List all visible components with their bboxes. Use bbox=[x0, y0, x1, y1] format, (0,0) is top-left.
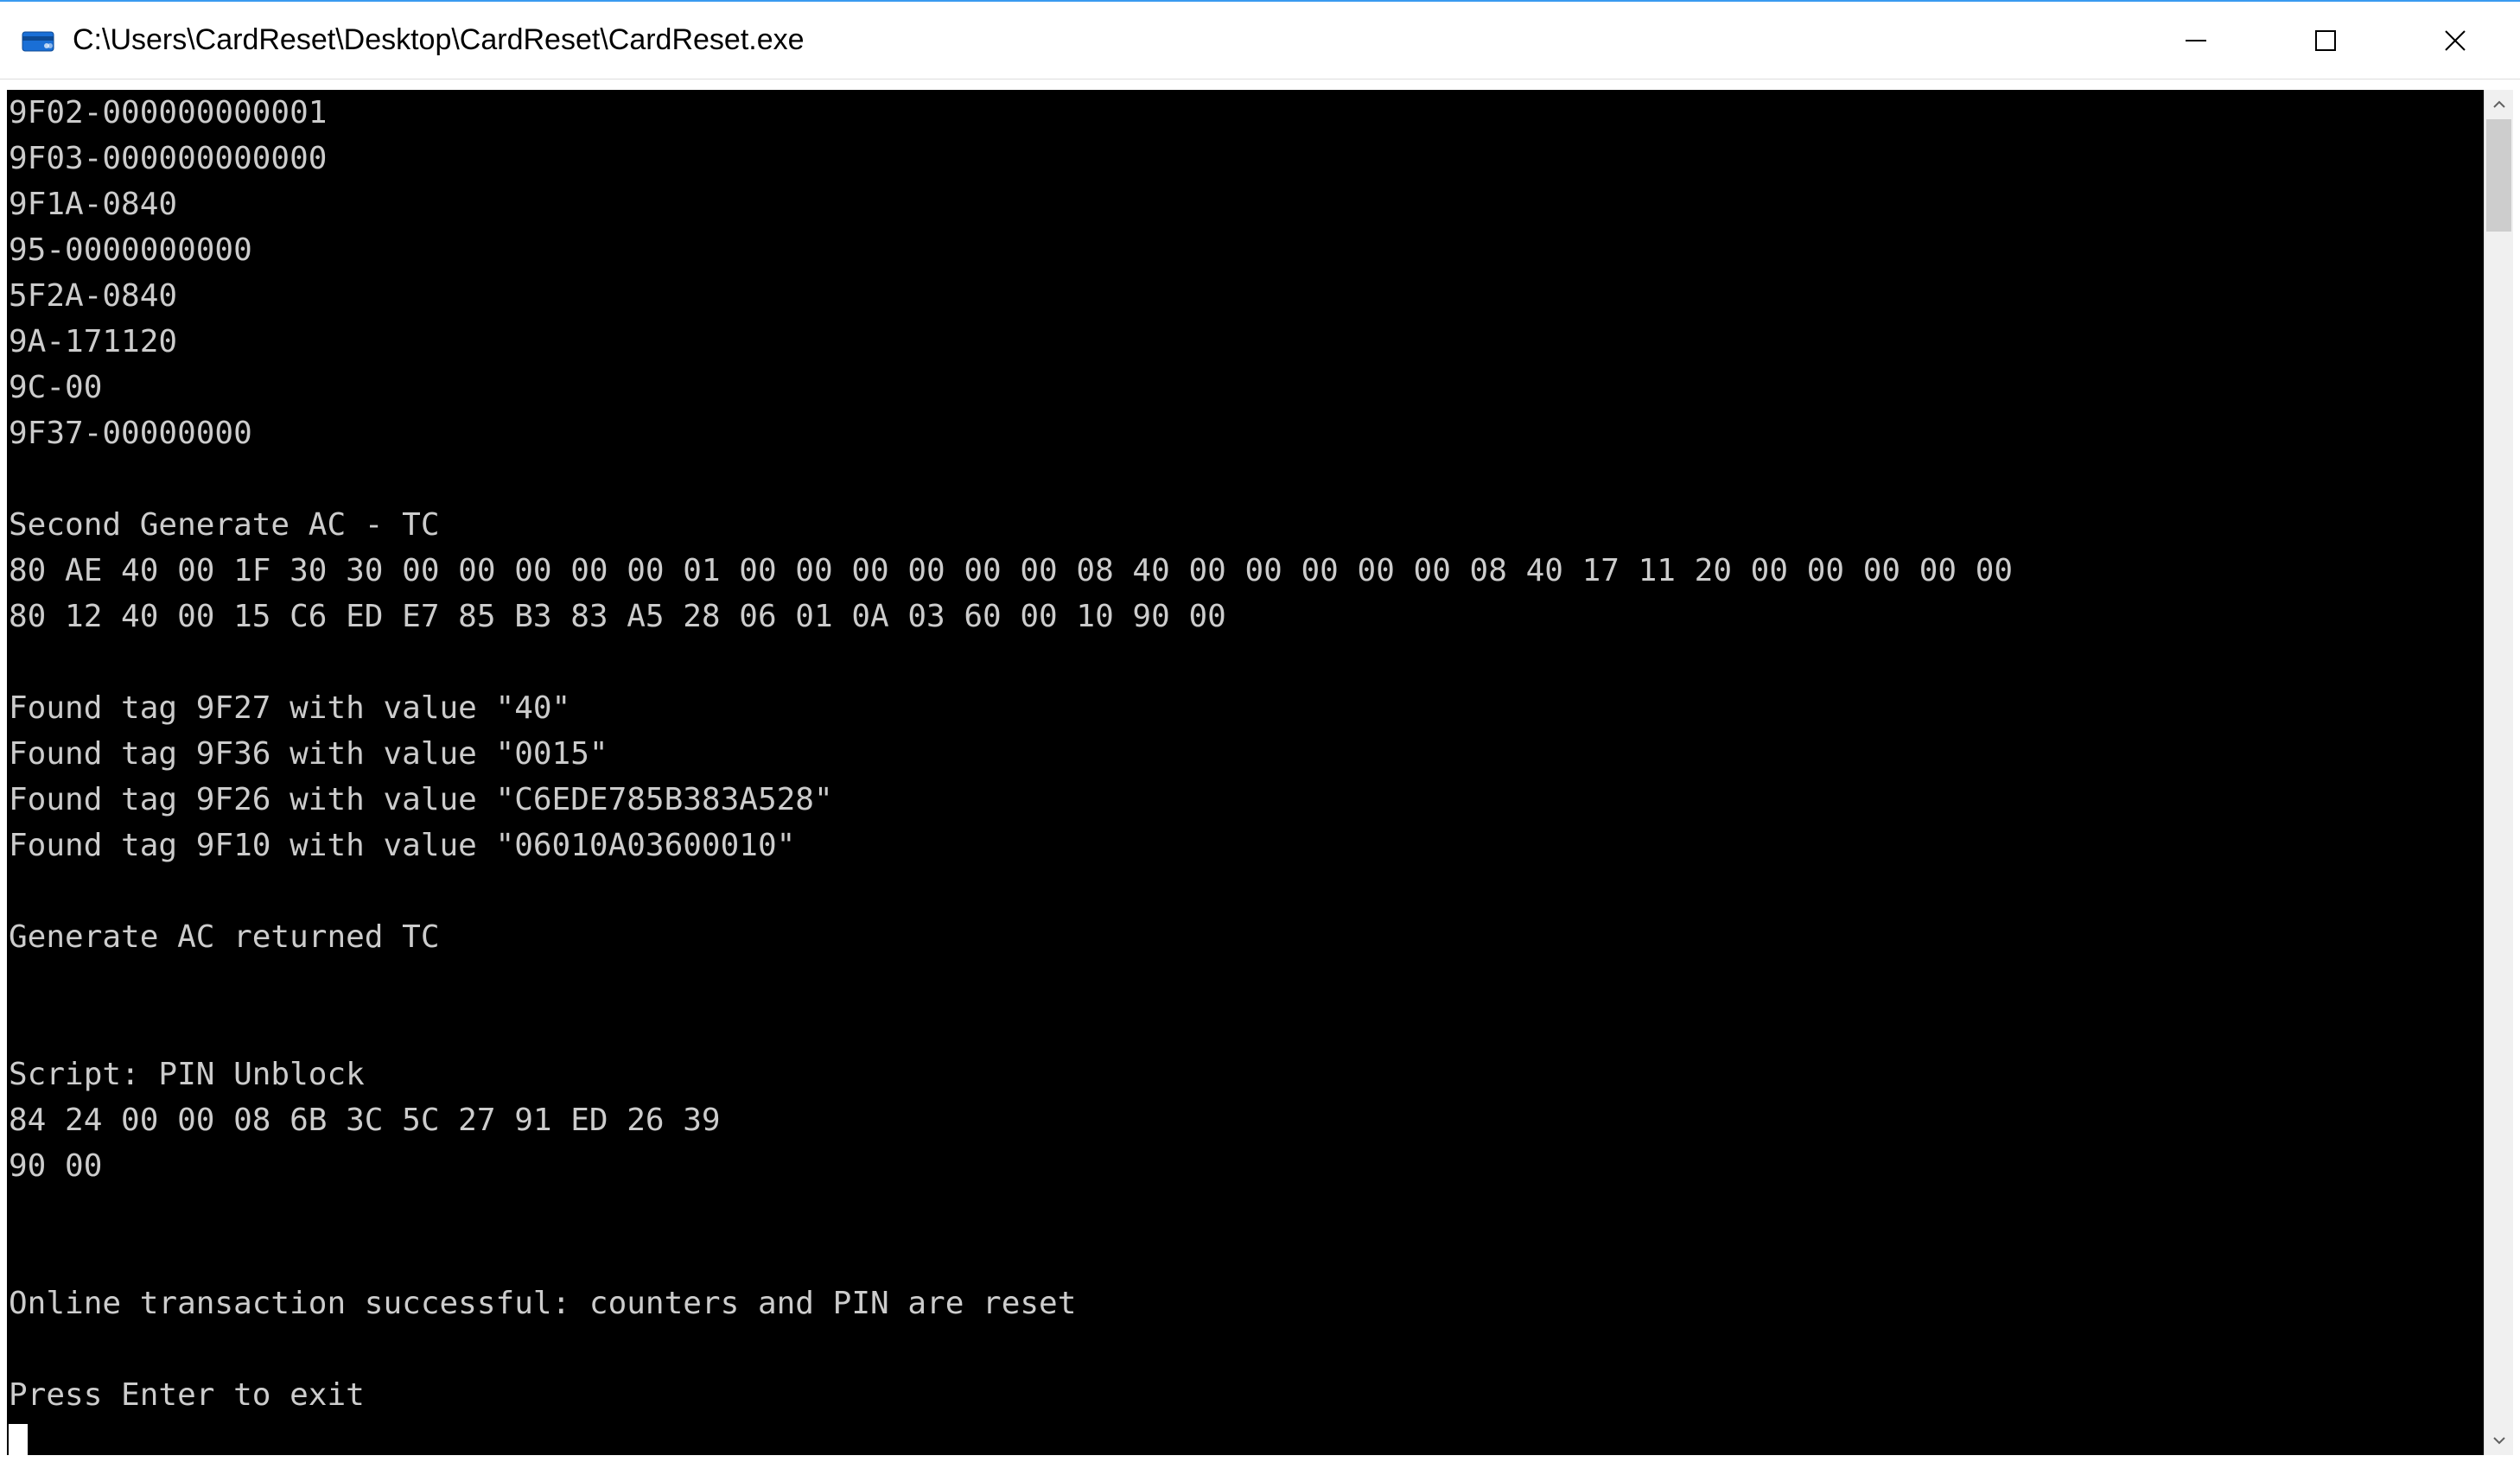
scroll-up-button[interactable] bbox=[2485, 90, 2513, 119]
client-area: 9F02-0000000000019F03-0000000000009F1A-0… bbox=[0, 79, 2520, 1462]
console-line bbox=[9, 1235, 2484, 1281]
app-icon bbox=[21, 23, 55, 58]
console-line bbox=[9, 1326, 2484, 1372]
console-line: Found tag 9F26 with value "C6EDE785B383A… bbox=[9, 777, 2484, 823]
console-line: Second Generate AC - TC bbox=[9, 502, 2484, 548]
console-line bbox=[9, 456, 2484, 502]
minimize-button[interactable] bbox=[2131, 2, 2261, 79]
console-line bbox=[9, 1006, 2484, 1052]
scroll-thumb[interactable] bbox=[2486, 119, 2511, 232]
minimize-icon bbox=[2184, 29, 2208, 53]
console-line: 80 12 40 00 15 C6 ED E7 85 B3 83 A5 28 0… bbox=[9, 594, 2484, 639]
console-line: Press Enter to exit bbox=[9, 1372, 2484, 1418]
close-icon bbox=[2443, 29, 2467, 53]
console-line: 9F03-000000000000 bbox=[9, 136, 2484, 181]
console-line bbox=[9, 1189, 2484, 1235]
console-line: Online transaction successful: counters … bbox=[9, 1281, 2484, 1326]
console-line: 9C-00 bbox=[9, 365, 2484, 410]
console-line: Generate AC returned TC bbox=[9, 914, 2484, 960]
console-line bbox=[9, 639, 2484, 685]
console-cursor-line bbox=[9, 1418, 2484, 1455]
window-title: C:\Users\CardReset\Desktop\CardReset\Car… bbox=[73, 23, 2131, 57]
console-line: 9A-171120 bbox=[9, 319, 2484, 365]
cursor bbox=[9, 1424, 28, 1455]
console-line: Found tag 9F36 with value "0015" bbox=[9, 731, 2484, 777]
close-button[interactable] bbox=[2390, 2, 2520, 79]
window-controls bbox=[2131, 2, 2520, 79]
scroll-track[interactable] bbox=[2485, 119, 2513, 1426]
scroll-down-button[interactable] bbox=[2485, 1426, 2513, 1455]
console-window: C:\Users\CardReset\Desktop\CardReset\Car… bbox=[0, 0, 2520, 1462]
console-line: 90 00 bbox=[9, 1143, 2484, 1189]
console-line: Found tag 9F10 with value "06010A0360001… bbox=[9, 823, 2484, 868]
console-line: 9F37-00000000 bbox=[9, 410, 2484, 456]
titlebar[interactable]: C:\Users\CardReset\Desktop\CardReset\Car… bbox=[0, 2, 2520, 79]
console-line: 84 24 00 00 08 6B 3C 5C 27 91 ED 26 39 bbox=[9, 1097, 2484, 1143]
maximize-icon bbox=[2313, 29, 2338, 53]
console-line: 80 AE 40 00 1F 30 30 00 00 00 00 00 01 0… bbox=[9, 548, 2484, 594]
console-line: 5F2A-0840 bbox=[9, 273, 2484, 319]
console-line: Found tag 9F27 with value "40" bbox=[9, 685, 2484, 731]
chevron-down-icon bbox=[2492, 1433, 2506, 1447]
vertical-scrollbar[interactable] bbox=[2484, 90, 2513, 1455]
maximize-button[interactable] bbox=[2261, 2, 2390, 79]
console-line: 9F1A-0840 bbox=[9, 181, 2484, 227]
console-line: Script: PIN Unblock bbox=[9, 1052, 2484, 1097]
console-line bbox=[9, 960, 2484, 1006]
console-line: 95-0000000000 bbox=[9, 227, 2484, 273]
console-output[interactable]: 9F02-0000000000019F03-0000000000009F1A-0… bbox=[7, 90, 2484, 1455]
console-line bbox=[9, 868, 2484, 914]
chevron-up-icon bbox=[2492, 98, 2506, 111]
console-line: 9F02-000000000001 bbox=[9, 90, 2484, 136]
